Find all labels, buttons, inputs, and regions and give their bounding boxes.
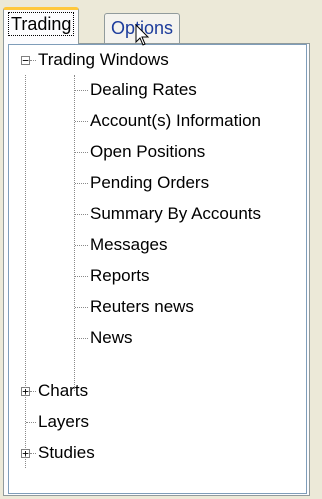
tree-node-label: Summary By Accounts [90,204,262,223]
tree-node-label: Dealing Rates [90,80,197,99]
tree-connector [75,214,88,215]
trading-tab-panel: − Trading Windows Dealing Rates Account(… [3,43,310,496]
tree-node-label: Charts [38,381,89,400]
tree-connector [75,90,88,91]
tree-connector [75,276,88,277]
tree-connector [30,60,36,61]
arrow-pointer-icon [135,24,150,46]
tree-connector [30,453,36,454]
tree-connector [75,338,88,339]
tree-node-label: Reuters news [90,297,194,316]
tree-connector [75,121,88,122]
expand-icon[interactable]: + [21,448,30,459]
tree-node-label: Layers [38,412,90,431]
tree-node-label: Reports [90,266,150,285]
tree-connector [75,183,88,184]
tab-strip: Trading Options [0,0,322,44]
tab-trading[interactable]: Trading [3,7,80,44]
tree-node-label: Account(s) Information [90,111,262,130]
tree-connector [30,391,36,392]
tree-node-label: Messages [90,235,168,254]
tree-node-label: Pending Orders [90,173,210,192]
tree-root-line [25,75,26,468]
collapse-icon[interactable]: − [21,55,30,66]
tree-connector [75,307,88,308]
tree-node-label: Open Positions [90,142,206,161]
tab-trading-label: Trading [7,12,75,36]
tree-node-label: Trading Windows [38,50,169,69]
tree-connector [26,422,36,423]
tree-connector [75,152,88,153]
expand-icon[interactable]: + [21,386,30,397]
tree-node-label: News [90,328,133,347]
tree-connector [75,245,88,246]
tree-children-line [74,75,75,391]
trading-tree: − Trading Windows Dealing Rates Account(… [8,44,307,494]
tree-node-label: Studies [38,443,95,462]
